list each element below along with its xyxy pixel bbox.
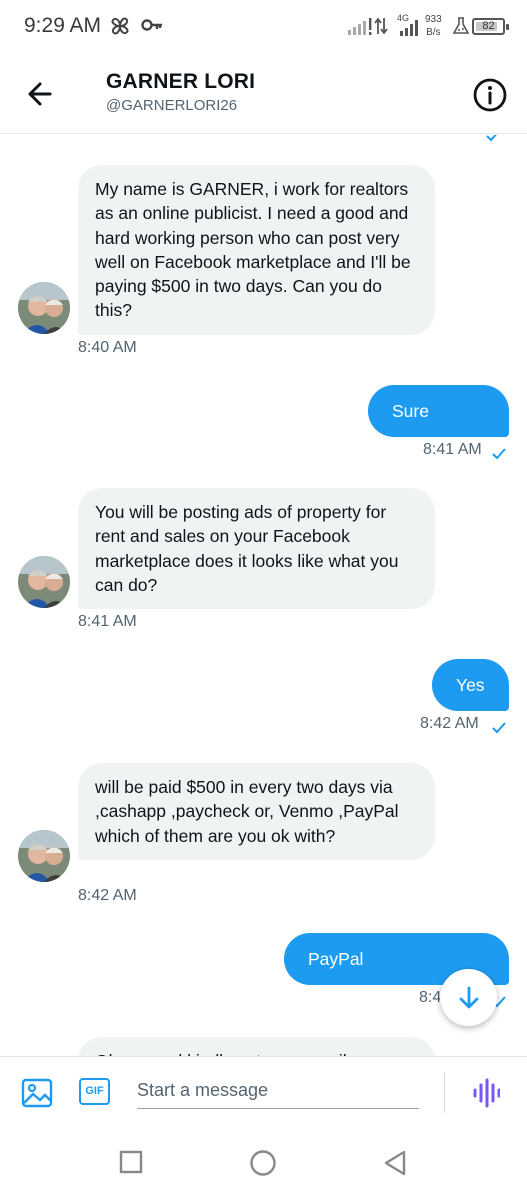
info-button[interactable] xyxy=(472,77,508,113)
arrow-left-icon xyxy=(28,82,52,106)
message-composer: GIF xyxy=(0,1056,527,1128)
battery-level: 82 xyxy=(482,20,495,32)
divider xyxy=(444,1073,445,1113)
image-icon xyxy=(21,1078,53,1108)
read-check-icon xyxy=(491,447,507,465)
message-time: 8:42 AM xyxy=(420,715,479,732)
message-bubble-sent[interactable]: Yes xyxy=(432,659,509,711)
flask-icon xyxy=(452,17,470,40)
add-photo-button[interactable] xyxy=(21,1077,53,1114)
network-speed: 933 B/s xyxy=(425,13,442,39)
read-check-icon xyxy=(491,721,507,739)
info-icon xyxy=(473,78,507,112)
status-bar: 9:29 AM 4G 933 B/s 82 xyxy=(0,0,527,54)
recents-button[interactable] xyxy=(119,1150,143,1179)
signal-icon xyxy=(400,20,420,41)
message-bubble-received[interactable]: You will be posting ads of property for … xyxy=(78,488,435,610)
signal-icon xyxy=(348,16,392,41)
battery-icon: 82 xyxy=(472,18,509,35)
message-bubble-received[interactable]: will be paid $500 in every two days via … xyxy=(78,763,435,860)
message-bubble-received[interactable]: My name is GARNER, i work for realtors a… xyxy=(78,165,435,335)
voice-icon xyxy=(473,1078,501,1108)
triangle-icon xyxy=(384,1150,406,1176)
home-button[interactable] xyxy=(249,1149,277,1182)
status-time: 9:29 AM xyxy=(24,14,102,37)
scroll-to-bottom-button[interactable] xyxy=(440,969,497,1026)
message-time: 8:40 AM xyxy=(78,339,137,356)
message-time: 8:41 AM xyxy=(423,441,482,458)
avatar[interactable] xyxy=(18,556,70,608)
read-check-icon xyxy=(485,135,501,147)
message-time: 8:4 xyxy=(419,989,442,1006)
message-time: 8:42 AM xyxy=(78,887,137,904)
pinwheel-icon xyxy=(108,14,132,43)
circle-icon xyxy=(250,1150,276,1176)
system-nav-bar xyxy=(0,1128,527,1200)
gif-button[interactable]: GIF xyxy=(79,1078,110,1105)
avatar[interactable] xyxy=(18,830,70,882)
avatar[interactable] xyxy=(18,282,70,334)
square-icon xyxy=(119,1150,143,1174)
back-nav-button[interactable] xyxy=(383,1150,407,1181)
voice-message-button[interactable] xyxy=(472,1077,501,1114)
message-bubble-sent[interactable]: Sure xyxy=(368,385,509,437)
network-speed-value: 933 xyxy=(425,14,442,25)
arrow-down-icon xyxy=(459,986,478,1008)
conversation-header: GARNER LORI @GARNERLORI26 xyxy=(0,54,527,134)
back-button[interactable] xyxy=(22,76,62,112)
message-list[interactable]: My name is GARNER, i work for realtors a… xyxy=(0,135,527,1056)
message-time: 8:41 AM xyxy=(78,613,137,630)
message-input[interactable] xyxy=(137,1073,419,1109)
contact-name[interactable]: GARNER LORI xyxy=(106,70,255,94)
contact-handle: @GARNERLORI26 xyxy=(106,97,238,114)
key-icon xyxy=(141,17,163,38)
message-bubble-received[interactable]: Okay. send kindly out your email xyxy=(78,1037,435,1056)
network-speed-unit: B/s xyxy=(426,27,441,38)
